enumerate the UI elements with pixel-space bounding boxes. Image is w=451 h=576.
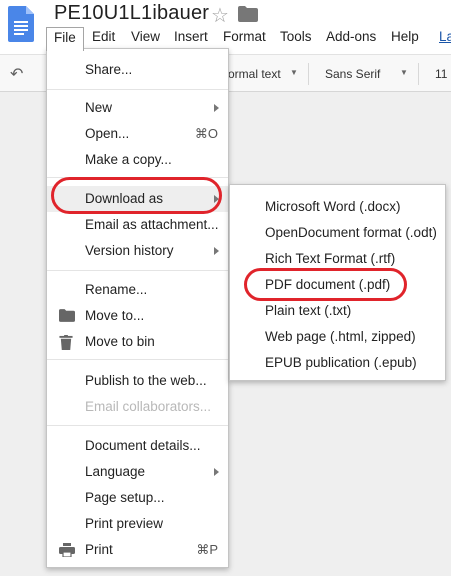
paragraph-style-select[interactable]: ormal text bbox=[228, 67, 281, 81]
menu-item-label: Version history bbox=[85, 243, 174, 258]
menu-insert[interactable]: Insert bbox=[174, 27, 208, 49]
menu-add-ons[interactable]: Add-ons bbox=[326, 27, 376, 49]
menu-edit[interactable]: Edit bbox=[92, 27, 115, 49]
toolbar-divider bbox=[418, 63, 419, 85]
menu-view[interactable]: View bbox=[131, 27, 160, 49]
menu-item-label: Move to... bbox=[85, 308, 145, 323]
menu-item-label: Open... bbox=[85, 126, 130, 141]
menu-tools[interactable]: Tools bbox=[280, 27, 312, 49]
file-menu: Share... New Open... ⌘O Make a copy... D… bbox=[46, 48, 229, 568]
undo-icon[interactable]: ↶ bbox=[10, 64, 23, 84]
menu-item-label: Rich Text Format (.rtf) bbox=[265, 251, 396, 266]
keyboard-shortcut: ⌘P bbox=[196, 542, 218, 557]
menu-item-label: Share... bbox=[85, 62, 133, 77]
toolbar-divider bbox=[308, 63, 309, 85]
keyboard-shortcut: ⌘O bbox=[194, 126, 218, 141]
title-bar: PE10U1L1ibauer ☆ File Edit View Insert F… bbox=[0, 0, 451, 54]
menu-item-open[interactable]: Open... ⌘O bbox=[47, 121, 228, 147]
menu-item-label: Page setup... bbox=[85, 490, 165, 505]
menu-item-language[interactable]: Language bbox=[47, 459, 228, 485]
menu-file[interactable]: File bbox=[46, 27, 84, 51]
menu-format[interactable]: Format bbox=[223, 27, 266, 49]
download-option-rtf[interactable]: Rich Text Format (.rtf) bbox=[230, 246, 445, 272]
submenu-arrow-icon bbox=[214, 104, 219, 112]
menu-item-make-copy[interactable]: Make a copy... bbox=[47, 147, 228, 173]
menu-item-label: Language bbox=[85, 464, 146, 479]
menu-item-label: Microsoft Word (.docx) bbox=[265, 199, 401, 214]
menu-item-label: EPUB publication (.epub) bbox=[265, 355, 417, 370]
menu-item-move-to-bin[interactable]: Move to bin bbox=[47, 329, 228, 355]
menu-item-label: New bbox=[85, 100, 113, 115]
download-option-docx[interactable]: Microsoft Word (.docx) bbox=[230, 194, 445, 220]
menu-help[interactable]: Help bbox=[391, 27, 419, 49]
menu-item-label: PDF document (.pdf) bbox=[265, 277, 391, 292]
menu-item-document-details[interactable]: Document details... bbox=[47, 433, 228, 459]
menu-item-publish[interactable]: Publish to the web... bbox=[47, 368, 228, 394]
last-edit-link[interactable]: La bbox=[439, 27, 451, 49]
star-icon[interactable]: ☆ bbox=[211, 3, 229, 28]
menu-item-label: Print preview bbox=[85, 516, 164, 531]
menu-item-move-to[interactable]: Move to... bbox=[47, 303, 228, 329]
menu-item-share[interactable]: Share... bbox=[47, 57, 228, 83]
menu-item-label: Move to bin bbox=[85, 334, 155, 349]
menu-item-label: Download as bbox=[85, 191, 164, 206]
menu-item-label: Make a copy... bbox=[85, 152, 172, 167]
chevron-down-icon[interactable]: ▼ bbox=[400, 68, 408, 77]
menu-item-rename[interactable]: Rename... bbox=[47, 277, 228, 303]
trash-icon bbox=[59, 335, 73, 350]
menu-item-email-attachment[interactable]: Email as attachment... bbox=[47, 212, 228, 238]
google-docs-logo-icon[interactable] bbox=[8, 6, 34, 42]
menu-item-page-setup[interactable]: Page setup... bbox=[47, 485, 228, 511]
download-option-pdf[interactable]: PDF document (.pdf) bbox=[230, 272, 445, 298]
submenu-arrow-icon bbox=[214, 195, 219, 203]
menu-item-new[interactable]: New bbox=[47, 95, 228, 121]
folder-icon bbox=[59, 309, 75, 322]
submenu-arrow-icon bbox=[214, 468, 219, 476]
download-option-html[interactable]: Web page (.html, zipped) bbox=[230, 324, 445, 350]
font-size-select[interactable]: 11 bbox=[435, 67, 447, 81]
menu-divider bbox=[47, 270, 228, 271]
menu-item-print-preview[interactable]: Print preview bbox=[47, 511, 228, 537]
download-option-odt[interactable]: OpenDocument format (.odt) bbox=[230, 220, 445, 246]
menu-item-label: Publish to the web... bbox=[85, 373, 207, 388]
printer-icon bbox=[59, 543, 75, 557]
menu-divider bbox=[47, 359, 228, 360]
download-as-submenu: Microsoft Word (.docx) OpenDocument form… bbox=[229, 184, 446, 381]
menu-item-label: Plain text (.txt) bbox=[265, 303, 352, 318]
menu-item-label: Print bbox=[85, 542, 113, 557]
download-option-epub[interactable]: EPUB publication (.epub) bbox=[230, 350, 445, 376]
menu-divider bbox=[47, 425, 228, 426]
chevron-down-icon[interactable]: ▼ bbox=[290, 68, 298, 77]
menu-item-label: Document details... bbox=[85, 438, 201, 453]
folder-icon[interactable] bbox=[238, 6, 258, 22]
download-option-txt[interactable]: Plain text (.txt) bbox=[230, 298, 445, 324]
menu-item-label: Rename... bbox=[85, 282, 148, 297]
menu-item-label: Email collaborators... bbox=[85, 399, 212, 414]
menu-item-label: Email as attachment... bbox=[85, 217, 219, 232]
menu-divider bbox=[47, 89, 228, 90]
menu-item-label: Web page (.html, zipped) bbox=[265, 329, 416, 344]
submenu-arrow-icon bbox=[214, 247, 219, 255]
document-title[interactable]: PE10U1L1ibauer bbox=[54, 2, 209, 25]
menu-item-version-history[interactable]: Version history bbox=[47, 238, 228, 264]
menu-item-print[interactable]: Print ⌘P bbox=[47, 537, 228, 563]
font-family-select[interactable]: Sans Serif bbox=[325, 67, 380, 81]
menu-divider bbox=[47, 177, 228, 178]
menu-item-download-as[interactable]: Download as bbox=[47, 186, 228, 212]
menu-item-email-collaborators: Email collaborators... bbox=[47, 394, 228, 420]
menu-item-label: OpenDocument format (.odt) bbox=[265, 225, 437, 240]
